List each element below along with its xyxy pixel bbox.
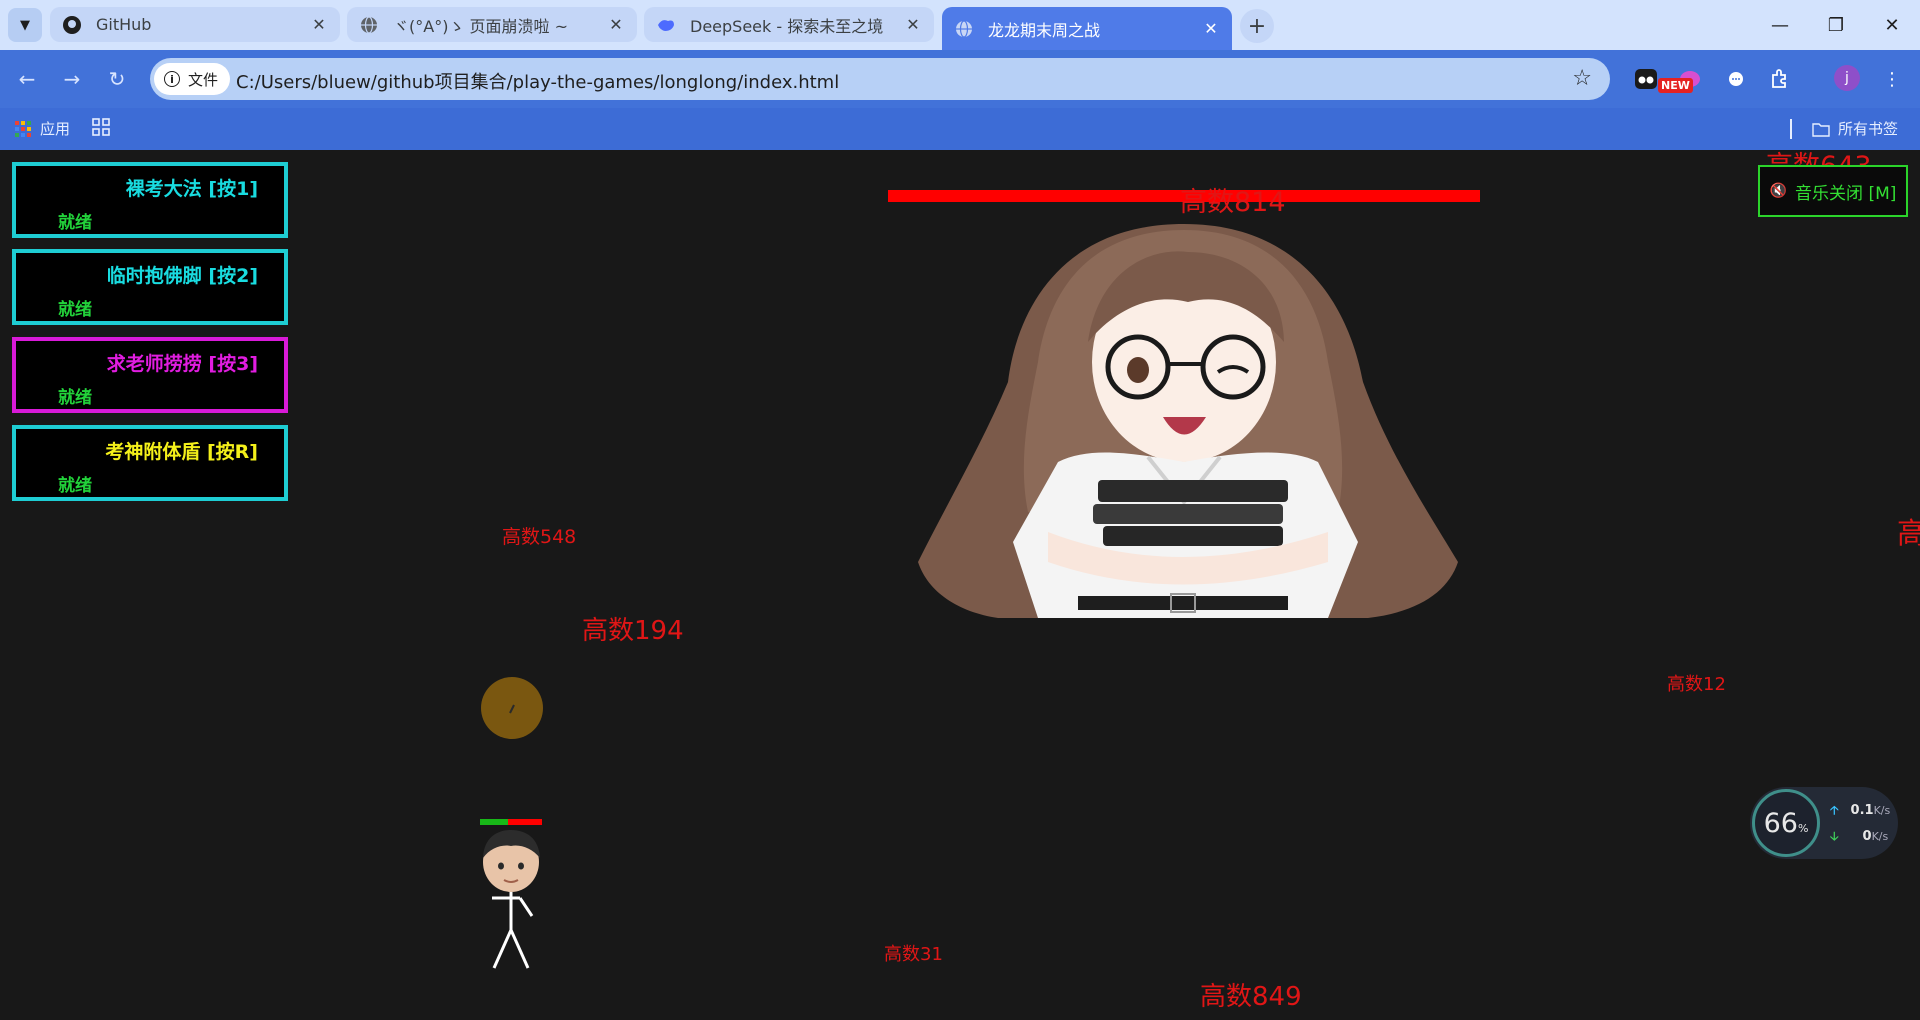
github-icon: [62, 15, 82, 35]
globe-icon: [359, 15, 379, 35]
skill-panel-2[interactable]: 临时抱佛脚 [按2] 就绪: [12, 249, 288, 325]
speaker-muted-icon: 🔇: [1769, 183, 1788, 199]
percent-sign: %: [1797, 821, 1809, 835]
forward-button[interactable]: →: [57, 64, 87, 94]
tab-title: GitHub: [96, 15, 152, 34]
profile-avatar[interactable]: j: [1834, 65, 1860, 91]
new-tab-button[interactable]: +: [1240, 9, 1274, 43]
back-button[interactable]: ←: [12, 64, 42, 94]
tab-title: ヾ(°A°)ゝ 页面崩溃啦 ~: [393, 16, 569, 36]
apps-label: 应用: [40, 120, 71, 138]
download-arrow-icon: 🡣: [1830, 829, 1839, 843]
enemy-label: 高数12: [1667, 674, 1726, 695]
address-bar[interactable]: i 文件 C:/Users/bluew/github项目集合/play-the-…: [150, 58, 1610, 100]
upload-unit: K/s: [1873, 804, 1891, 817]
upload-value: 0.1: [1850, 803, 1874, 818]
all-bookmarks-folder[interactable]: 所有书签: [1812, 118, 1898, 139]
globe-icon: [954, 19, 974, 39]
boss-character-image: [918, 224, 1458, 618]
site-info-chip[interactable]: i 文件: [154, 63, 231, 95]
enemy-label: 高: [1897, 516, 1920, 550]
tab-title: 龙龙期末周之战: [988, 20, 1101, 40]
bookmark-star-icon[interactable]: ☆: [1572, 66, 1592, 91]
info-icon: i: [164, 71, 180, 87]
bookmarks-bar: 应用 所有书签: [0, 108, 1920, 150]
tab-longlong-game[interactable]: 龙龙期末周之战 ✕: [942, 7, 1232, 50]
enemy-label: 高数194: [582, 616, 684, 646]
new-badge: NEW: [1658, 78, 1693, 93]
site-info-label: 文件: [188, 70, 219, 89]
cpu-percent: 66: [1763, 807, 1798, 839]
skill-panel-3[interactable]: 求老师捞捞 [按3] 就绪: [12, 337, 288, 413]
tab-search-button[interactable]: ▼: [8, 8, 42, 42]
skill-state: 就绪: [58, 476, 92, 496]
player-character: [483, 830, 540, 969]
tab-github[interactable]: GitHub ✕: [50, 7, 340, 42]
tab-title: DeepSeek - 探索未至之境: [690, 16, 884, 36]
download-rate: 🡣 0K/s: [1830, 827, 1888, 848]
deepseek-icon: [656, 15, 676, 35]
skill-name: 临时抱佛脚 [按2]: [106, 265, 258, 287]
upload-rate: 🡡 0.1K/s: [1830, 801, 1890, 822]
enemy-label: 高数31: [884, 944, 943, 965]
tab-crash-page[interactable]: ヾ(°A°)ゝ 页面崩溃啦 ~ ✕: [347, 7, 637, 42]
folder-icon: [1812, 122, 1830, 137]
close-icon[interactable]: ✕: [1202, 19, 1220, 38]
tab-groups-button[interactable]: [92, 118, 110, 136]
more-menu-icon[interactable]: ⋮: [1876, 63, 1908, 95]
download-value: 0: [1862, 829, 1872, 844]
enemy-label: 高数548: [502, 526, 577, 548]
tab-deepseek[interactable]: DeepSeek - 探索未至之境 ✕: [644, 7, 934, 42]
bookmark-divider: [1790, 119, 1792, 139]
skill-name: 考神附体盾 [按R]: [105, 441, 258, 463]
cpu-usage-gauge: 66%: [1752, 789, 1820, 857]
close-window-button[interactable]: ✕: [1864, 0, 1920, 50]
close-icon[interactable]: ✕: [607, 15, 625, 34]
chevron-down-icon: ▼: [20, 17, 30, 33]
all-bookmarks-label: 所有书签: [1838, 120, 1899, 138]
restore-button[interactable]: ❐: [1808, 0, 1864, 50]
extensions-puzzle-icon[interactable]: [1764, 63, 1796, 95]
reload-button[interactable]: ↻: [102, 64, 132, 94]
close-icon[interactable]: ✕: [310, 15, 328, 34]
skill-panel-r[interactable]: 考神附体盾 [按R] 就绪: [12, 425, 288, 501]
apps-grid-icon: [15, 120, 31, 137]
skill-state: 就绪: [58, 213, 92, 233]
network-speed-widget[interactable]: 66% 🡡 0.1K/s 🡣 0K/s: [1750, 787, 1898, 859]
extension-chat-icon[interactable]: [1720, 63, 1752, 95]
apps-shortcut[interactable]: 应用: [14, 118, 70, 139]
skill-state: 就绪: [58, 388, 92, 408]
music-toggle-button[interactable]: 🔇 音乐关闭 [M]: [1758, 165, 1908, 217]
skill-name: 求老师捞捞 [按3]: [106, 353, 258, 375]
close-icon[interactable]: ✕: [904, 15, 922, 34]
player-health-fill: [480, 819, 508, 825]
player-health-bar: [480, 819, 542, 825]
browser-toolbar: ← → ↻ i 文件 C:/Users/bluew/github项目集合/pla…: [0, 50, 1920, 108]
skill-state: 就绪: [58, 300, 92, 320]
music-toggle-label: 音乐关闭 [M]: [1795, 183, 1897, 204]
projectile-ball: [481, 677, 543, 739]
tab-bar: ▼ GitHub ✕ ヾ(°A°)ゝ 页面崩溃啦 ~ ✕ DeepSeek - …: [0, 0, 1920, 50]
skill-name: 裸考大法 [按1]: [125, 178, 258, 200]
url-text[interactable]: C:/Users/bluew/github项目集合/play-the-games…: [236, 68, 839, 94]
game-canvas[interactable]: 裸考大法 [按1] 就绪 临时抱佛脚 [按2] 就绪 求老师捞捞 [按3] 就绪…: [0, 150, 1920, 1020]
skill-panel-1[interactable]: 裸考大法 [按1] 就绪: [12, 162, 288, 238]
grid-icon: [92, 118, 110, 136]
upload-arrow-icon: 🡡: [1830, 803, 1839, 817]
download-unit: K/s: [1871, 830, 1889, 843]
minimize-button[interactable]: —: [1752, 0, 1808, 50]
enemy-label: 高数849: [1200, 982, 1302, 1012]
